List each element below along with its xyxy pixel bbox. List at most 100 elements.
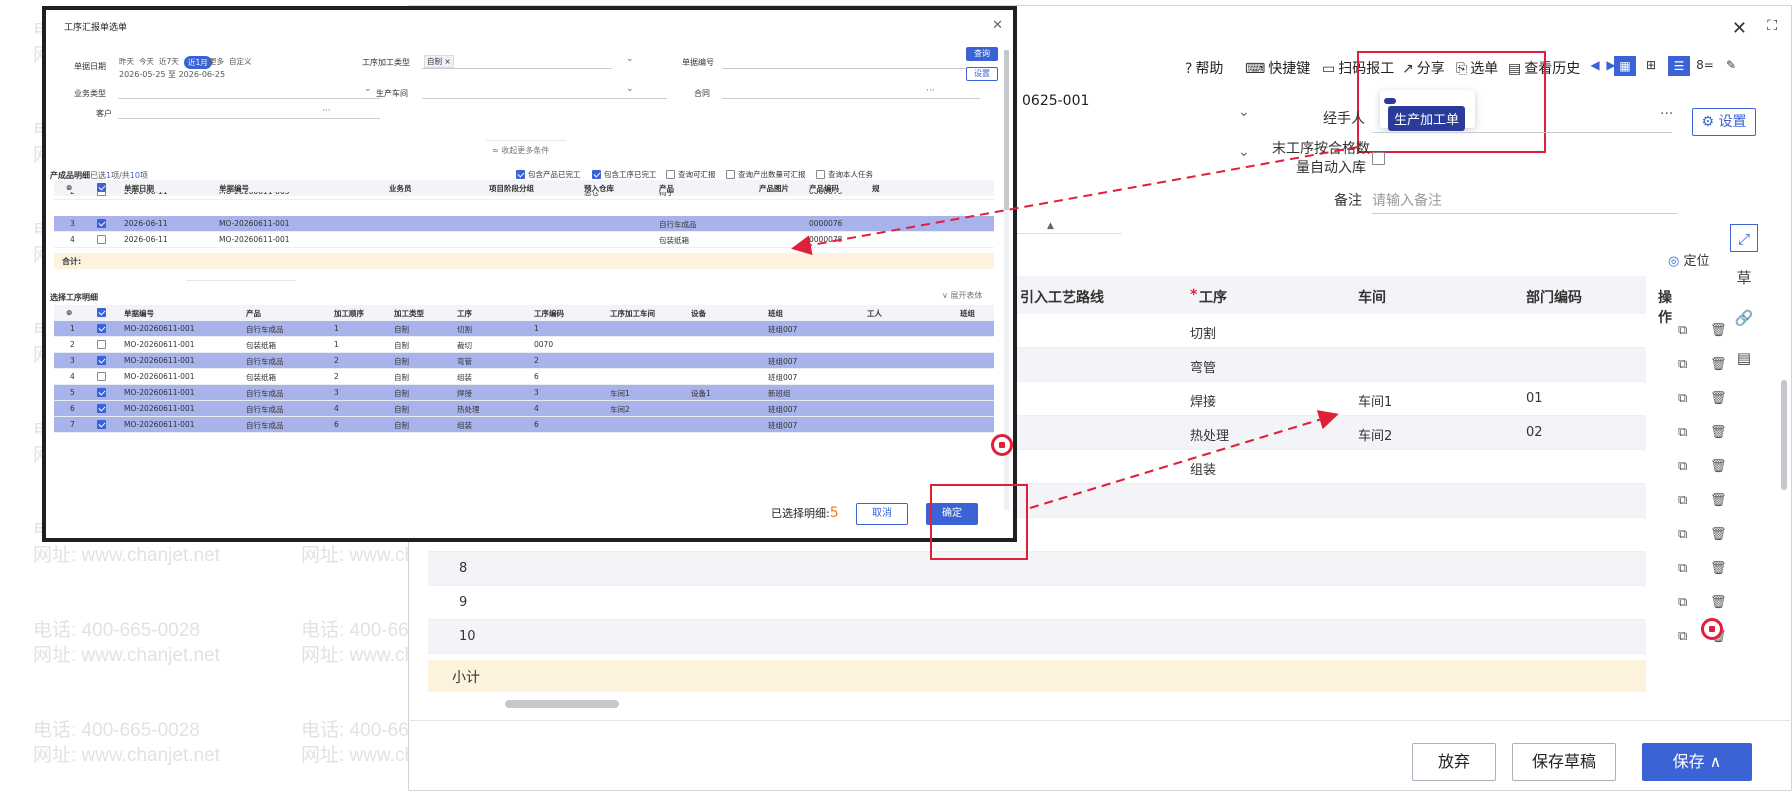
row-checkbox[interactable]: [97, 219, 106, 228]
row-checkbox[interactable]: [97, 388, 106, 397]
date-chip[interactable]: 更多: [209, 56, 224, 67]
filter-settings-button[interactable]: 设置: [966, 67, 998, 81]
delete-row-icon[interactable]: 🗑: [1710, 391, 1727, 406]
copy-row-icon[interactable]: ⧉: [1678, 595, 1687, 610]
table-row[interactable]: 3 MO-20260611-001 自行车成品 2 自制 弯管 2 班组007: [54, 353, 994, 369]
row-checkbox[interactable]: [97, 404, 106, 413]
cancel-button[interactable]: 取消: [856, 503, 908, 525]
help-button[interactable]: ? 帮助: [1185, 58, 1223, 78]
more-icon[interactable]: ···: [926, 86, 935, 96]
delete-row-icon[interactable]: 🗑: [1710, 459, 1727, 474]
handler-input[interactable]: [1372, 132, 1672, 133]
doc-no-input[interactable]: [722, 68, 980, 69]
cell-workshop[interactable]: 车间1: [1358, 391, 1392, 410]
option-checkbox[interactable]: [726, 170, 735, 179]
save-button[interactable]: 保存 ∧: [1642, 743, 1752, 781]
process-type-tag[interactable]: 自制 ×: [424, 55, 454, 68]
cell-workshop[interactable]: 车间2: [1358, 425, 1392, 444]
table-row[interactable]: 2 2026-06-11 MO-20260611-003 总仓 椅子 0000079: [54, 192, 994, 200]
table-view-icon[interactable]: ⊞: [1640, 56, 1662, 76]
cell-dept-code[interactable]: 02: [1526, 425, 1543, 440]
col-settings-icon[interactable]: ⊚: [66, 183, 72, 192]
date-chip[interactable]: 今天: [139, 56, 154, 67]
process-type-input[interactable]: [422, 68, 612, 69]
settings-button[interactable]: ⚙ 设置: [1692, 108, 1756, 136]
row-checkbox[interactable]: [97, 192, 106, 196]
select-all-checkbox[interactable]: [97, 183, 106, 192]
chevron-down-icon[interactable]: ⌄: [364, 84, 372, 94]
copy-row-icon[interactable]: ⧉: [1678, 629, 1687, 644]
table-row[interactable]: 1 MO-20260611-001 自行车成品 1 自制 切割 1 班组007: [54, 321, 994, 337]
table-row[interactable]: 8 ⧉ 🗑: [428, 552, 1727, 586]
copy-row-icon[interactable]: ⧉: [1678, 527, 1687, 542]
copy-row-icon[interactable]: ⧉: [1678, 561, 1687, 576]
option-checkbox[interactable]: [816, 170, 825, 179]
option-checkbox[interactable]: [592, 170, 601, 179]
chevron-down-icon[interactable]: ⌄: [1238, 144, 1250, 160]
biz-type-input[interactable]: [118, 98, 380, 99]
collapse-up-icon[interactable]: ▲: [1047, 221, 1054, 231]
date-chip[interactable]: 自定义: [229, 56, 252, 67]
row-checkbox[interactable]: [97, 420, 106, 429]
copy-row-icon[interactable]: ⧉: [1678, 493, 1687, 508]
row-checkbox[interactable]: [97, 324, 106, 333]
cell-process[interactable]: 组装: [1190, 459, 1216, 478]
col-settings-icon[interactable]: ⊚: [66, 308, 72, 317]
list-view-icon[interactable]: ☰: [1668, 56, 1690, 76]
workshop-input[interactable]: [422, 98, 667, 99]
copy-row-icon[interactable]: ⧉: [1678, 459, 1687, 474]
option-checkbox[interactable]: [666, 170, 675, 179]
table-row[interactable]: 4 MO-20260611-001 包装纸箱 2 自制 组装 6 班组007: [54, 369, 994, 385]
doc-icon[interactable]: ▤: [1730, 344, 1758, 372]
delete-row-icon[interactable]: 🗑: [1710, 425, 1727, 440]
close-icon[interactable]: ✕: [992, 18, 1003, 33]
select-all-checkbox[interactable]: [97, 308, 106, 317]
cell-process[interactable]: 弯管: [1190, 357, 1216, 376]
horizontal-scrollbar[interactable]: [505, 700, 619, 708]
fullscreen-icon[interactable]: ⛶: [1767, 18, 1777, 34]
delete-row-icon[interactable]: 🗑: [1710, 493, 1727, 508]
date-chip[interactable]: 近7天: [159, 56, 179, 67]
collapse-filters-button[interactable]: ≈ 收起更多条件: [492, 145, 549, 156]
shortcut-button[interactable]: ⌨ 快捷键: [1245, 58, 1310, 78]
locate-button[interactable]: ◎ 定位: [1668, 250, 1710, 269]
grid-view-icon[interactable]: ▦: [1614, 56, 1636, 76]
dialog-scroll-thumb[interactable]: [1004, 50, 1009, 210]
close-icon[interactable]: ✕: [1732, 18, 1747, 39]
save-draft-button[interactable]: 保存草稿: [1512, 743, 1616, 781]
date-chip[interactable]: 昨天: [119, 56, 134, 67]
copy-row-icon[interactable]: ⧉: [1678, 323, 1687, 338]
cell-process[interactable]: 热处理: [1190, 425, 1229, 444]
table-row[interactable]: 2 MO-20260611-001 包装纸箱 1 自制 裁切 0070: [54, 337, 994, 353]
vertical-scrollbar[interactable]: [1781, 380, 1787, 490]
table-row[interactable]: 4 2026-06-11 MO-20260611-001 包装纸箱 0000078: [54, 232, 994, 248]
table-row[interactable]: 9 ⧉ 🗑: [428, 586, 1727, 620]
table-row[interactable]: 7 MO-20260611-001 自行车成品 6 自制 组装 6 班组007: [54, 417, 994, 433]
chevron-down-icon[interactable]: ⌄: [1238, 104, 1250, 120]
cell-dept-code[interactable]: 01: [1526, 391, 1543, 406]
delete-row-icon[interactable]: 🗑: [1710, 595, 1727, 610]
pin-icon[interactable]: ✎: [1720, 56, 1742, 76]
copy-row-icon[interactable]: ⧉: [1678, 391, 1687, 406]
row-checkbox[interactable]: [97, 372, 106, 381]
copy-row-icon[interactable]: ⧉: [1678, 357, 1687, 372]
table-row[interactable]: 3 2026-06-11 MO-20260611-001 自行车成品 0000076: [54, 216, 994, 232]
remark-input[interactable]: 请输入备注: [1372, 190, 1442, 210]
copy-row-icon[interactable]: ⧉: [1678, 425, 1687, 440]
link-icon[interactable]: 🔗: [1730, 304, 1758, 332]
table-row[interactable]: 5 MO-20260611-001 自行车成品 3 自制 焊接 3 车间1 设备1 新班组: [54, 385, 994, 401]
more-icon[interactable]: ···: [1660, 106, 1673, 122]
query-button[interactable]: 查询: [966, 47, 998, 61]
date-chip[interactable]: 近1月: [184, 56, 212, 69]
chevron-down-icon[interactable]: ⌄: [626, 84, 634, 94]
row-checkbox[interactable]: [97, 340, 106, 349]
more-icon[interactable]: ···: [322, 106, 331, 116]
cell-process[interactable]: 焊接: [1190, 391, 1216, 410]
customer-input[interactable]: [118, 118, 380, 119]
discard-button[interactable]: 放弃: [1412, 743, 1496, 781]
delete-row-icon[interactable]: 🗑: [1710, 323, 1727, 338]
delete-row-icon[interactable]: 🗑: [1710, 527, 1727, 542]
option-checkbox[interactable]: [516, 170, 525, 179]
column-settings-icon[interactable]: 8=: [1694, 56, 1716, 76]
chevron-down-icon[interactable]: ⌄: [626, 54, 634, 64]
